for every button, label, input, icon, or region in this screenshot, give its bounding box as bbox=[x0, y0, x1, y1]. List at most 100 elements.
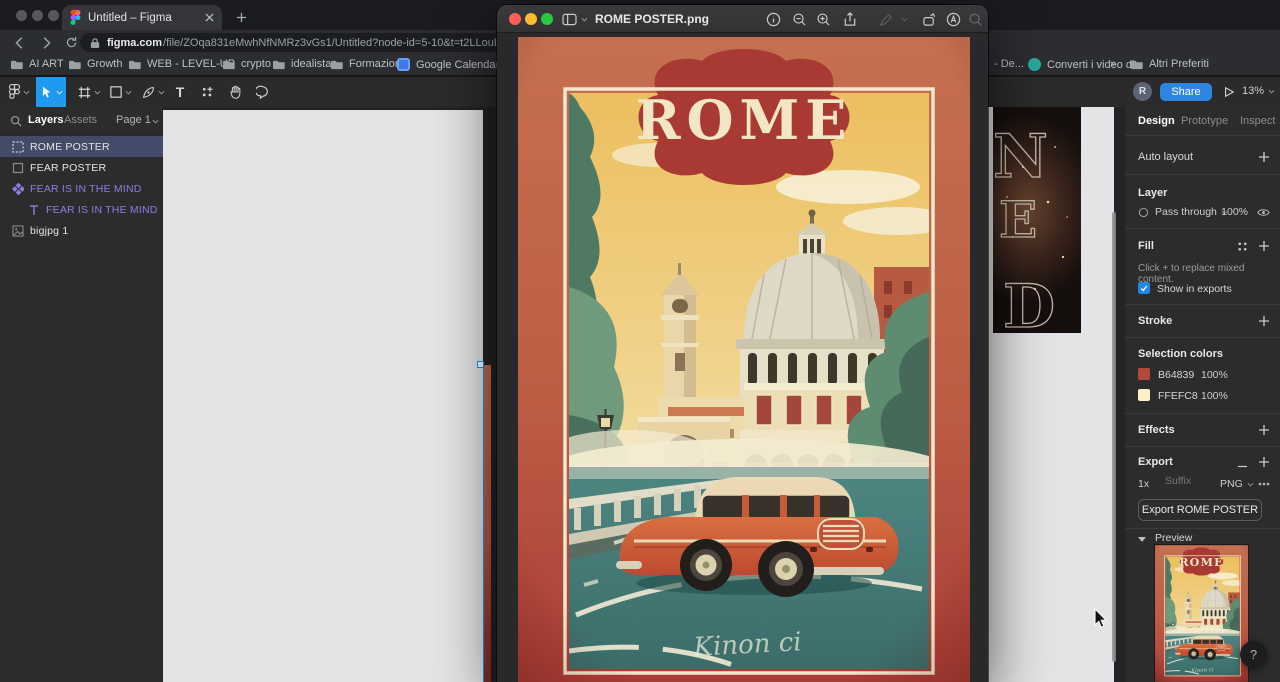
share-button[interactable]: Share bbox=[1160, 83, 1212, 101]
blend-mode-dropdown[interactable]: Pass through bbox=[1155, 206, 1217, 218]
zoom-in-icon[interactable] bbox=[815, 11, 832, 28]
share-icon[interactable] bbox=[841, 11, 858, 28]
blend-mode-icon[interactable] bbox=[1138, 207, 1149, 218]
page-chevron-icon[interactable] bbox=[152, 119, 159, 124]
window-close-icon[interactable] bbox=[16, 10, 27, 21]
selection-handle[interactable] bbox=[477, 361, 484, 368]
format-chevron-icon[interactable] bbox=[1247, 482, 1254, 487]
frame-dashed-icon bbox=[12, 141, 24, 153]
tab-title: Untitled – Figma bbox=[88, 12, 198, 24]
layer-row-fear-component[interactable]: FEAR IS IN THE MIND bbox=[0, 178, 163, 199]
auto-layout-add-icon[interactable] bbox=[1258, 151, 1270, 163]
search-icon[interactable] bbox=[10, 115, 22, 127]
export-preview-thumbnail bbox=[1155, 545, 1248, 682]
tab-close-icon[interactable] bbox=[205, 13, 214, 22]
canvas-scrollbar[interactable] bbox=[1112, 212, 1116, 662]
window-zoom-icon[interactable] bbox=[48, 10, 59, 21]
user-avatar[interactable]: R bbox=[1133, 82, 1152, 101]
comment-tool[interactable] bbox=[250, 77, 276, 107]
annotate-icon[interactable] bbox=[945, 11, 962, 28]
export-suffix-input[interactable] bbox=[1165, 475, 1213, 487]
bookmark-folder[interactable]: Growth bbox=[68, 58, 122, 70]
export-more-icon[interactable] bbox=[1258, 482, 1270, 486]
layers-panel: Layers Assets Page 1 ROME POSTER FEAR PO… bbox=[0, 107, 163, 682]
bookmarks-overflow-chevron[interactable]: » bbox=[1110, 58, 1116, 70]
preview-caret-icon[interactable] bbox=[1138, 536, 1146, 542]
rome-poster-canvas-edge[interactable] bbox=[483, 365, 491, 682]
resources-tool[interactable] bbox=[194, 77, 220, 107]
pen-tool[interactable] bbox=[138, 77, 168, 107]
minimize-icon[interactable] bbox=[525, 13, 537, 25]
fullscreen-icon[interactable] bbox=[541, 13, 553, 25]
rotate-icon[interactable] bbox=[921, 11, 938, 28]
fear-poster-on-canvas[interactable]: N E D bbox=[993, 107, 1081, 333]
layer-opacity-value[interactable]: 100% bbox=[1221, 206, 1248, 218]
fill-add-icon[interactable] bbox=[1258, 240, 1270, 252]
export-scale[interactable]: 1x bbox=[1138, 478, 1149, 490]
bookmark-folder[interactable]: Formazione bbox=[330, 58, 407, 70]
export-format-dropdown[interactable]: PNG bbox=[1220, 478, 1243, 490]
layer-row-bigjpg[interactable]: bigjpg 1 bbox=[0, 220, 163, 241]
color-opacity-2[interactable]: 100% bbox=[1201, 390, 1228, 402]
present-button[interactable] bbox=[1218, 77, 1240, 107]
bookmark-converti[interactable]: Converti i video di... bbox=[1028, 58, 1144, 71]
reload-icon[interactable] bbox=[62, 33, 81, 52]
bookmark-folder[interactable]: idealista bbox=[272, 58, 331, 70]
bookmark-folder[interactable]: crypto bbox=[222, 58, 271, 70]
fill-styles-icon[interactable] bbox=[1237, 241, 1248, 252]
fear-poster-art: N E D bbox=[993, 107, 1081, 333]
back-icon[interactable] bbox=[10, 33, 29, 52]
shape-tool[interactable] bbox=[106, 77, 136, 107]
layer-row-rome-poster[interactable]: ROME POSTER bbox=[0, 136, 163, 157]
tab-layers[interactable]: Layers bbox=[28, 114, 63, 126]
move-tool[interactable] bbox=[36, 77, 66, 107]
zoom-level-dropdown[interactable]: 13% bbox=[1242, 85, 1275, 97]
frame-tool[interactable] bbox=[74, 77, 104, 107]
color-hex-1[interactable]: B64839 bbox=[1158, 369, 1194, 381]
bookmark-folder[interactable]: AI ART bbox=[10, 58, 64, 70]
help-button[interactable]: ? bbox=[1240, 641, 1267, 668]
bookmark-folder[interactable]: WEB - LEVEL-UP bbox=[128, 58, 235, 70]
color-opacity-1[interactable]: 100% bbox=[1201, 369, 1228, 381]
show-in-exports-checkbox[interactable] bbox=[1138, 282, 1150, 294]
window-minimize-icon[interactable] bbox=[32, 10, 43, 21]
export-remove-icon[interactable] bbox=[1237, 461, 1248, 472]
layer-row-fear-text[interactable]: FEAR IS IN THE MIND bbox=[0, 199, 163, 220]
tab-inspect[interactable]: Inspect bbox=[1240, 115, 1275, 127]
quicklook-titlebar[interactable]: ROME POSTER.png bbox=[497, 5, 988, 33]
browser-tab[interactable]: Untitled – Figma bbox=[62, 5, 222, 30]
sidebar-toggle-icon[interactable] bbox=[561, 11, 578, 28]
preview-section-label[interactable]: Preview bbox=[1155, 532, 1192, 544]
close-icon[interactable] bbox=[509, 13, 521, 25]
export-rome-poster-button[interactable]: Export ROME POSTER bbox=[1138, 499, 1262, 521]
export-add-icon[interactable] bbox=[1258, 456, 1270, 468]
text-layer-icon bbox=[28, 204, 40, 216]
tab-assets[interactable]: Assets bbox=[64, 114, 97, 126]
stroke-add-icon[interactable] bbox=[1258, 315, 1270, 327]
tab-design[interactable]: Design bbox=[1138, 115, 1175, 127]
export-section-label: Export bbox=[1138, 456, 1173, 468]
quicklook-window[interactable]: ROME POSTER.png bbox=[497, 5, 988, 682]
figma-menu-button[interactable] bbox=[5, 77, 33, 107]
search-icon[interactable] bbox=[967, 11, 984, 28]
effects-add-icon[interactable] bbox=[1258, 424, 1270, 436]
color-swatch-ffefc8[interactable] bbox=[1138, 389, 1150, 401]
layer-row-fear-poster[interactable]: FEAR POSTER bbox=[0, 157, 163, 178]
other-bookmarks-folder[interactable]: Altri Preferiti bbox=[1130, 58, 1209, 70]
new-tab-button[interactable] bbox=[232, 8, 250, 26]
color-hex-2[interactable]: FFEFC8 bbox=[1158, 390, 1198, 402]
fill-section-label: Fill bbox=[1138, 240, 1154, 252]
page-selector[interactable]: Page 1 bbox=[116, 114, 151, 126]
view-chevron-icon[interactable] bbox=[581, 17, 588, 22]
info-icon[interactable] bbox=[765, 11, 782, 28]
bookmark-item[interactable]: - De... bbox=[994, 58, 1024, 70]
url-domain: figma.com bbox=[107, 37, 162, 49]
text-tool[interactable]: T bbox=[168, 77, 192, 107]
color-swatch-b64839[interactable] bbox=[1138, 368, 1150, 380]
hand-tool[interactable] bbox=[222, 77, 248, 107]
canvas-frame-left[interactable] bbox=[163, 110, 483, 682]
tab-prototype[interactable]: Prototype bbox=[1181, 115, 1228, 127]
zoom-out-icon[interactable] bbox=[791, 11, 808, 28]
forward-icon[interactable] bbox=[36, 33, 55, 52]
visibility-eye-icon[interactable] bbox=[1257, 206, 1270, 219]
